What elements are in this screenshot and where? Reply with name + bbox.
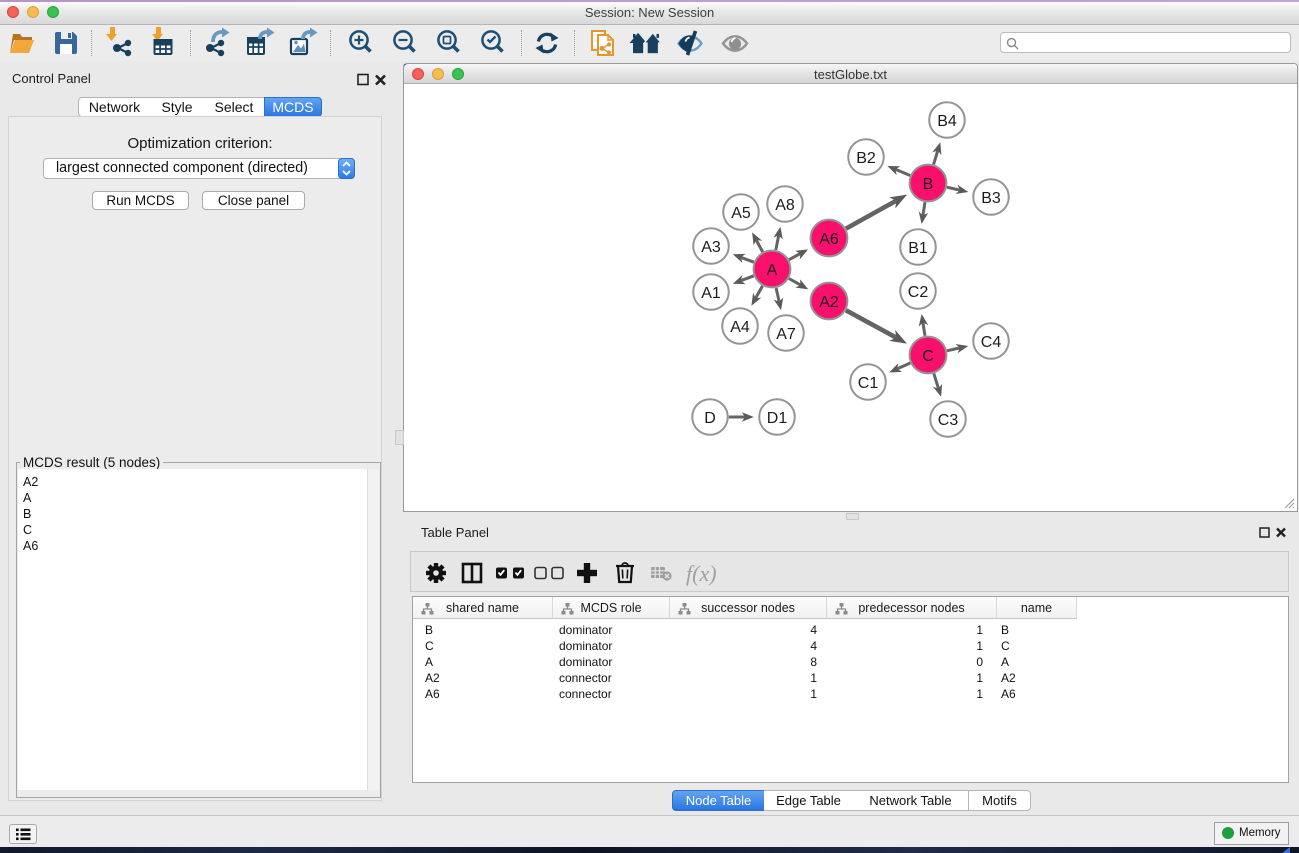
svg-text:C4: C4 [981, 334, 1002, 351]
svg-text:C: C [922, 348, 934, 365]
svg-text:B3: B3 [981, 190, 1001, 207]
svg-text:A5: A5 [731, 205, 751, 222]
svg-text:C3: C3 [938, 412, 959, 429]
svg-text:A1: A1 [701, 285, 721, 302]
svg-text:f(x): f(x) [686, 561, 717, 586]
svg-text:C2: C2 [908, 284, 929, 301]
svg-text:A8: A8 [775, 197, 795, 214]
svg-text:C1: C1 [858, 375, 879, 392]
svg-text:B: B [923, 176, 934, 193]
svg-text:B2: B2 [856, 150, 876, 167]
svg-text:A: A [767, 262, 778, 279]
svg-text:A6: A6 [819, 231, 839, 248]
svg-text:A4: A4 [730, 319, 750, 336]
svg-text:B4: B4 [937, 113, 957, 130]
svg-text:A2: A2 [819, 294, 839, 311]
svg-text:B1: B1 [908, 240, 928, 257]
svg-text:A3: A3 [701, 239, 721, 256]
svg-text:D: D [704, 410, 716, 427]
svg-text:A7: A7 [776, 326, 796, 343]
svg-text:D1: D1 [767, 410, 788, 427]
